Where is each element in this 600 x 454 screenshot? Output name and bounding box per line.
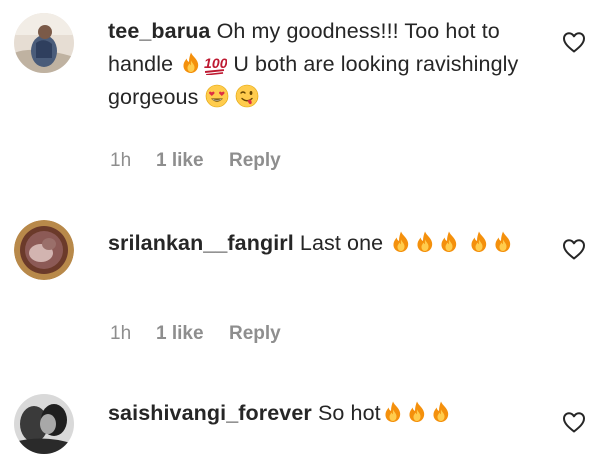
comment-username[interactable]: saishivangi_forever <box>108 401 312 425</box>
comment-username[interactable]: srilankan__fangirl <box>108 231 294 255</box>
comment-body: srilankan__fangirl Last one <box>108 227 538 260</box>
comment-likes[interactable]: 1 like <box>156 149 229 173</box>
heart-eyes-icon <box>205 84 229 108</box>
fire-icon <box>405 400 429 424</box>
reply-button[interactable]: Reply <box>229 149 281 173</box>
comment-likes[interactable]: 1 like <box>156 322 229 346</box>
fire-icon <box>179 51 203 75</box>
fire-icon <box>429 400 453 424</box>
comment-meta: 1h 1 like Reply <box>110 149 281 173</box>
like-heart-icon[interactable] <box>562 238 586 260</box>
fire-icon <box>413 230 437 254</box>
comment-username[interactable]: tee_barua <box>108 19 210 43</box>
like-heart-icon[interactable] <box>562 411 586 433</box>
comment-time: 1h <box>110 323 132 344</box>
comment-text: So hot <box>317 401 381 425</box>
fire-icon <box>467 230 491 254</box>
winking-tongue-icon <box>235 84 259 108</box>
fire-icon <box>389 230 413 254</box>
comment-meta: 1h 1 like Reply <box>110 322 281 346</box>
hundred-points-icon <box>203 51 227 75</box>
avatar[interactable] <box>14 394 74 454</box>
comment-body: tee_barua Oh my goodness!!! Too hot to h… <box>108 15 538 114</box>
fire-icon <box>381 400 405 424</box>
comment-text: Last one <box>299 231 384 255</box>
comment-body: saishivangi_forever So hot <box>108 397 538 430</box>
fire-icon <box>491 230 515 254</box>
avatar[interactable] <box>14 220 74 280</box>
comment-time: 1h <box>110 150 132 171</box>
avatar[interactable] <box>14 13 74 73</box>
reply-button[interactable]: Reply <box>229 322 281 346</box>
like-heart-icon[interactable] <box>562 31 586 53</box>
fire-icon <box>437 230 461 254</box>
